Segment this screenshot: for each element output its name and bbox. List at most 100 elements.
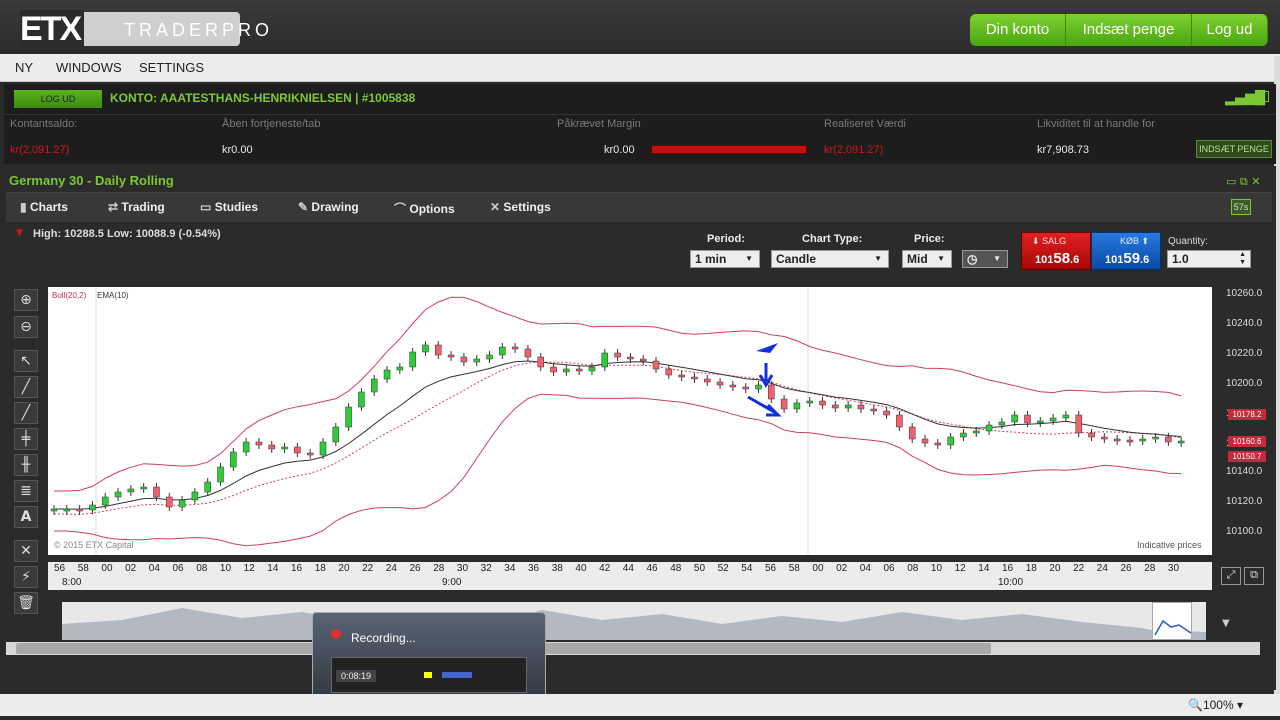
fibonacci-icon[interactable]: ≣	[14, 480, 38, 502]
magnet-icon[interactable]: ⚡	[14, 566, 38, 588]
navigator[interactable]	[62, 602, 1206, 640]
chart-canvas	[50, 287, 1185, 555]
candle	[678, 374, 685, 378]
logo-subtext: TRADERPRO	[124, 20, 274, 40]
popout-icon[interactable]: ⧉	[1244, 567, 1264, 585]
trading-icon: ⇄	[108, 200, 119, 214]
trading-tab[interactable]: ⇄ Trading	[108, 200, 165, 214]
x-tick-label: 22	[1073, 563, 1085, 574]
x-tick-label: 56	[765, 563, 777, 574]
zoom-level: 🔍100% ▾	[1188, 698, 1244, 712]
fullscreen-icon[interactable]: ⤢	[1221, 567, 1241, 585]
x-tick-label: 58	[788, 563, 800, 574]
candle	[473, 358, 480, 363]
candle	[896, 414, 903, 428]
trendline-icon[interactable]: ╱	[14, 376, 38, 398]
chevron-down-icon: ▼	[993, 254, 1001, 263]
candle	[550, 366, 557, 373]
vertical-line-icon[interactable]: ╫	[14, 454, 38, 476]
candle	[191, 491, 199, 501]
drawing-tab[interactable]: ✎ Drawing	[298, 200, 359, 214]
candle	[908, 426, 916, 440]
candle	[537, 356, 544, 368]
x-tick-label: 26	[409, 563, 421, 574]
my-account-button[interactable]: Din konto	[970, 14, 1066, 46]
price-select[interactable]: Mid ▼	[902, 250, 952, 268]
candle	[691, 376, 698, 380]
period-select[interactable]: 1 min ▼	[690, 250, 760, 268]
sell-button[interactable]: ⬇ SALG 10158.6	[1021, 232, 1091, 270]
buy-label: KØB ⬆	[1120, 236, 1150, 246]
trash-icon[interactable]: 🗑	[14, 592, 38, 614]
settings-tab[interactable]: ✕ Settings	[490, 200, 551, 214]
x-tick-label: 02	[125, 563, 137, 574]
candle	[63, 508, 71, 512]
price-chart[interactable]	[48, 287, 1212, 555]
candle	[281, 446, 288, 450]
x-tick-label: 08	[907, 563, 919, 574]
window-controls[interactable]: ▭ ⧉ ✕	[1226, 175, 1260, 189]
x-tick-label: 30	[1167, 563, 1180, 574]
zoom-in-icon[interactable]: ⊕	[14, 289, 38, 311]
crosshair-icon[interactable]: ✕	[14, 540, 38, 562]
x-tick-label: 34	[504, 563, 516, 574]
record-icon	[331, 629, 341, 639]
candle	[601, 352, 609, 368]
candle	[1165, 436, 1172, 443]
x-tick-label: 48	[670, 563, 682, 574]
buy-button[interactable]: KØB ⬆ 10159.6	[1091, 232, 1161, 270]
deposit-button[interactable]: Indsæt penge	[1066, 14, 1192, 46]
timer-select[interactable]: ◷ ▼	[962, 250, 1008, 268]
horizontal-scrollbar[interactable]	[6, 642, 1260, 655]
candle	[268, 444, 276, 450]
x-tick-label: 06	[172, 563, 184, 574]
navigator-window[interactable]	[1152, 602, 1192, 640]
y-tick-label: 10120.0	[1226, 496, 1263, 507]
pointer-icon[interactable]: ↖	[14, 350, 38, 372]
price-tag: 10160.6	[1228, 436, 1266, 447]
zoom-icon: 🔍	[1188, 698, 1203, 712]
open-pl-value: kr0.00	[222, 144, 253, 156]
x-tick-label: 10	[219, 563, 232, 574]
x-tick-label: 22	[362, 563, 374, 574]
options-tab[interactable]: ⌒ Options	[394, 200, 455, 217]
line-icon[interactable]: ╱	[14, 402, 38, 424]
horizontal-line-icon[interactable]: ╪	[14, 428, 38, 450]
menu-windows[interactable]: WINDOWS	[56, 60, 122, 75]
logout-button[interactable]: Log ud	[1192, 14, 1268, 46]
text-tool-icon[interactable]: A	[14, 506, 38, 528]
quantity-input[interactable]: 1.0 ▲ ▼	[1167, 250, 1251, 268]
candle	[383, 369, 391, 380]
menu-settings[interactable]: SETTINGS	[139, 60, 204, 75]
annotation-arrow	[756, 343, 778, 353]
charts-tab[interactable]: ▮ Charts	[20, 200, 68, 214]
y-tick-label: 10240.0	[1226, 318, 1263, 329]
cash-balance-value: kr(2,091.27)	[10, 144, 70, 156]
x-tick-label: 02	[836, 563, 848, 574]
candle	[921, 438, 929, 444]
candle	[422, 344, 429, 353]
candle	[166, 496, 173, 508]
candle	[614, 352, 621, 358]
collapse-arrow-icon[interactable]: ▼	[1222, 618, 1230, 629]
candle	[1024, 414, 1031, 424]
candle	[870, 408, 878, 412]
x-tick-label: 14	[978, 563, 990, 574]
x-tick-label: 12	[954, 563, 966, 574]
x-axis[interactable]: 56 58 00 02 04 06 08 10 12 14 16 18 20 22 24 26 28 30 32 34…	[48, 562, 1212, 590]
studies-tab[interactable]: ▭ Studies	[200, 200, 258, 214]
candle	[819, 400, 826, 406]
y-tick-label: 10200.0	[1226, 378, 1263, 389]
buy-price-small: .6	[1140, 254, 1150, 266]
pen-icon	[442, 672, 472, 678]
recording-popup[interactable]: Recording... 0:08:19	[312, 612, 546, 706]
chart-type-select[interactable]: Candle ▼	[771, 250, 889, 268]
deposit-small-button[interactable]: INDSÆT PENGE	[1196, 140, 1272, 158]
account-logout-button[interactable]: LOG UD	[14, 90, 102, 108]
candle	[844, 404, 852, 409]
zoom-out-icon[interactable]: ⊖	[14, 316, 38, 338]
maximize-icon[interactable]	[1258, 91, 1269, 102]
candle	[639, 358, 647, 362]
menu-new[interactable]: NY	[15, 60, 33, 75]
x-hour-label: 9:00	[442, 577, 462, 588]
